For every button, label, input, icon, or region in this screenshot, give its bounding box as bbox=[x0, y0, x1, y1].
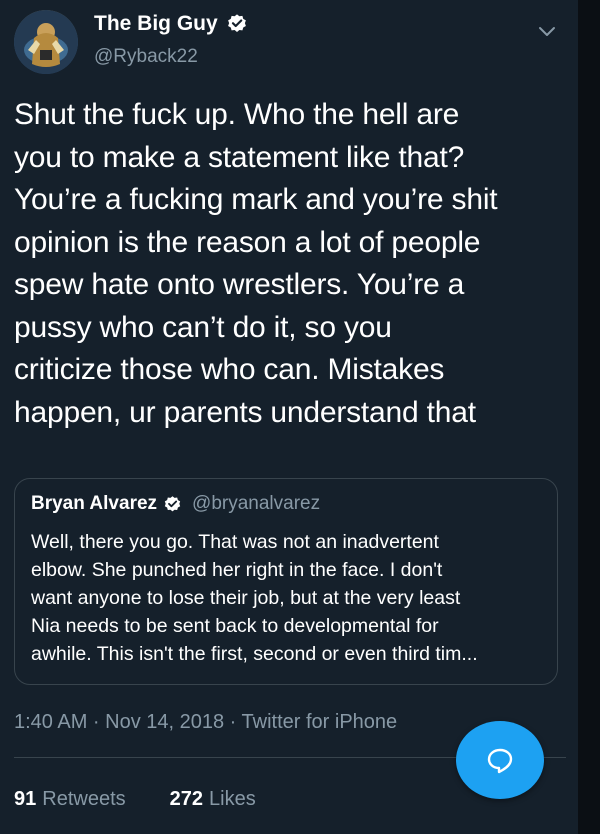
tweet-text-line: criticize those who can. Mistakes bbox=[14, 353, 445, 386]
likes-label: Likes bbox=[209, 788, 256, 810]
chevron-down-icon[interactable] bbox=[536, 20, 558, 42]
tweet-text: Shut the fuck up. Who the hell are you t… bbox=[14, 94, 570, 434]
tweet-text-line: opinion is the reason a lot of people bbox=[14, 225, 481, 259]
quoted-text-line: awhile. This isn't the first, second or … bbox=[31, 643, 478, 665]
verified-badge-icon bbox=[226, 13, 248, 35]
author-name-row: The Big Guy bbox=[94, 12, 248, 36]
tweet-text-line: pussy who can’t do it, so you bbox=[14, 310, 392, 344]
author-handle[interactable]: @Ryback22 bbox=[94, 46, 198, 68]
likes-count: 272 bbox=[169, 788, 203, 810]
tweet-text-line: happen, ur parents understand that bbox=[14, 395, 476, 429]
retweets-label: Retweets bbox=[42, 788, 126, 810]
engagement-stats: 91 Retweets 272 Likes bbox=[14, 788, 256, 811]
quoted-text-line: elbow. She punched her right in the face… bbox=[31, 559, 443, 581]
quoted-author-name: Bryan Alvarez bbox=[31, 493, 158, 514]
verified-badge-icon bbox=[163, 495, 182, 514]
app-frame: The Big Guy @Ryback22 Shut the fuck up. … bbox=[0, 0, 578, 834]
quoted-author-handle: @bryanalvarez bbox=[192, 493, 321, 514]
quoted-tweet[interactable]: Bryan Alvarez @bryanalvarez Well, there … bbox=[14, 478, 558, 685]
retweets-stat[interactable]: 91 Retweets bbox=[14, 788, 126, 811]
tweet-text-line: You’re a fucking mark and you’re shit bbox=[14, 183, 498, 216]
avatar[interactable] bbox=[14, 10, 78, 74]
screen-edge bbox=[578, 0, 600, 834]
tweet-header: The Big Guy @Ryback22 bbox=[14, 8, 564, 78]
tweet-text-line: Shut the fuck up. Who the hell are bbox=[14, 98, 460, 131]
author-display-name[interactable]: The Big Guy bbox=[94, 12, 218, 36]
quoted-text-line: want anyone to lose their job, but at th… bbox=[31, 587, 461, 609]
quoted-text-line: Nia needs to be sent back to development… bbox=[31, 615, 439, 637]
likes-stat[interactable]: 272 Likes bbox=[170, 788, 256, 811]
reply-button[interactable] bbox=[456, 721, 544, 799]
tweet-text-line: you to make a statement like that? bbox=[14, 140, 465, 174]
quoted-tweet-text: Well, there you go. That was not an inad… bbox=[31, 528, 543, 668]
retweets-count: 91 bbox=[14, 788, 37, 810]
quoted-text-line: Well, there you go. That was not an inad… bbox=[31, 531, 439, 553]
reply-bubble-icon bbox=[487, 748, 513, 774]
quoted-tweet-header: Bryan Alvarez @bryanalvarez bbox=[31, 493, 320, 515]
tweet-timestamp[interactable]: 1:40 AM · Nov 14, 2018 · Twitter for iPh… bbox=[14, 711, 397, 734]
tweet-text-line: spew hate onto wrestlers. You’re a bbox=[14, 268, 465, 301]
avatar-image bbox=[14, 10, 78, 74]
